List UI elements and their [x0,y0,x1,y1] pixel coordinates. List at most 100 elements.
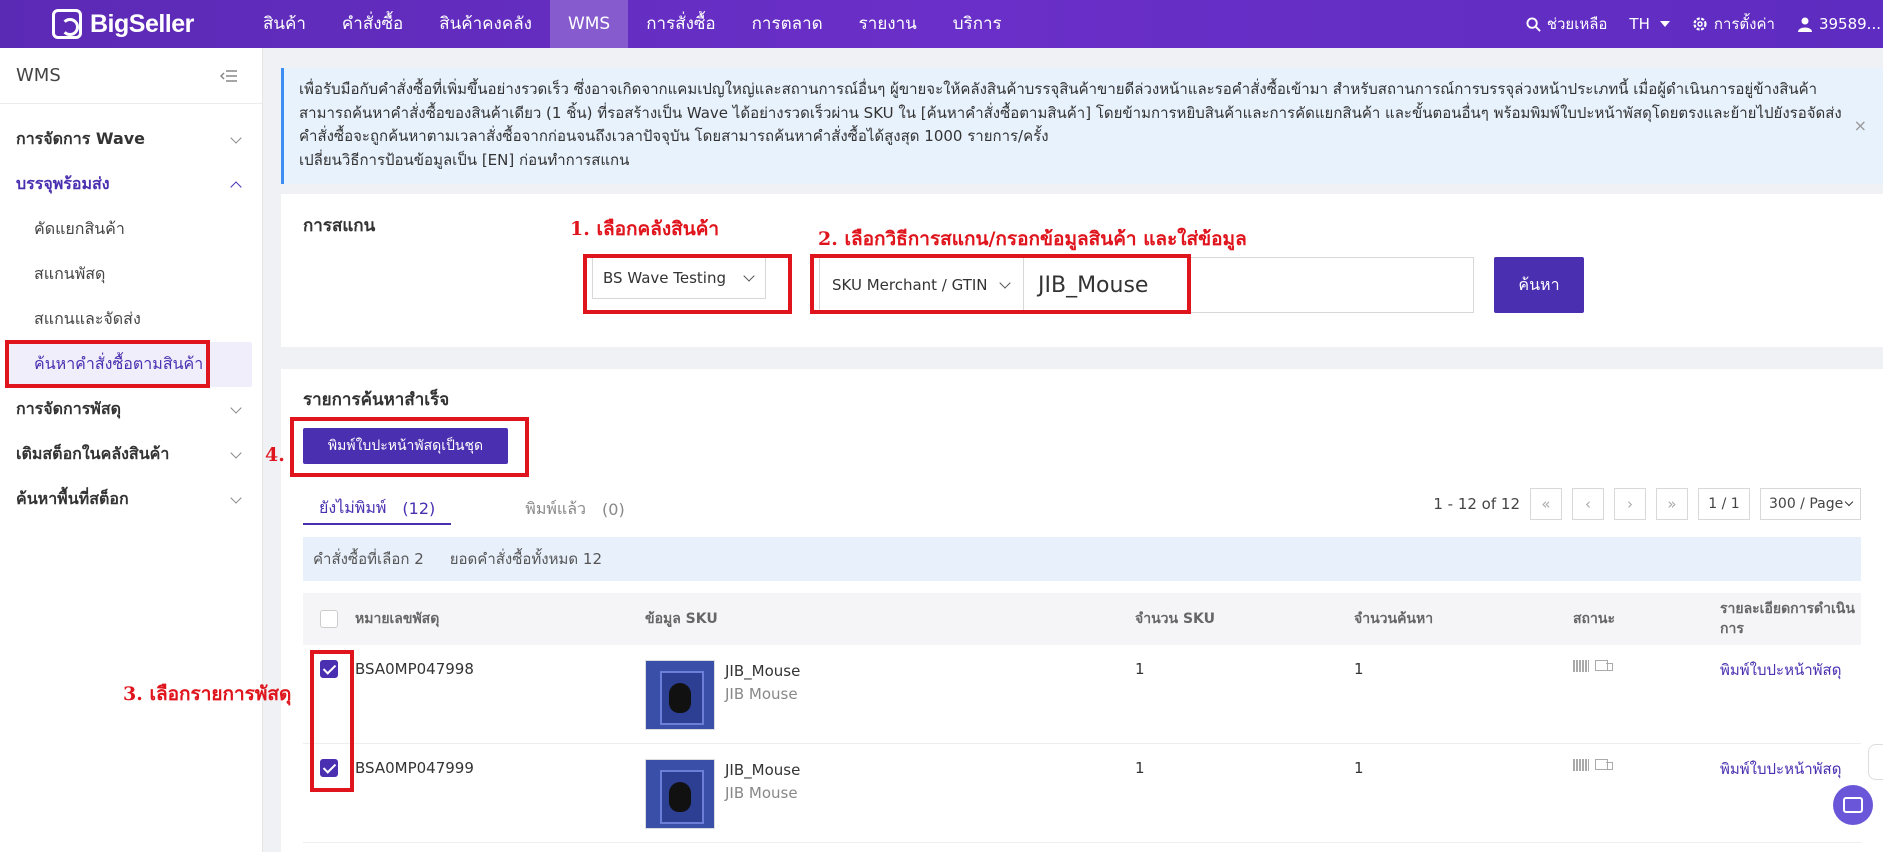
sku-info: JIB_Mouse JIB Mouse [645,759,1135,829]
bigseller-logo[interactable]: BigSeller [52,8,194,40]
user-label: 39589... [1818,15,1881,33]
page-input[interactable]: 1 / 1 [1698,488,1750,520]
banner-line-2: สามารถค้นหาคำสั่งซื้อของสินค้าเดียว (1 ช… [299,103,1842,122]
print-label-link[interactable]: พิมพ์ใบปะหน้าพัสดุ [1720,759,1861,779]
info-banner: เพื่อรับมือกับคำสั่งซื้อที่เพิ่มขึ้นอย่า… [281,68,1883,184]
chat-icon[interactable] [1833,785,1873,825]
first-page-button[interactable]: « [1530,488,1562,520]
qty-sku: 1 [1135,759,1145,777]
sidebar-group-stock-area[interactable]: ค้นหาพื้นที่สต็อก [0,477,262,522]
sidebar-item-sorting[interactable]: คัดแยกสินค้า [0,207,262,252]
col-qty-sku: จำนวน SKU [1135,611,1215,627]
pagination: 1 - 12 of 12 « ‹ › » 1 / 1 300 / Page [1433,488,1861,520]
gear-icon [1693,17,1707,31]
status-icons [1573,759,1720,771]
total-count: ยอดคำสั่งซื้อทั้งหมด 12 [449,550,602,568]
barcode-icon [1573,759,1589,771]
selected-count: คำสั่งซื้อที่เลือก 2 [313,550,424,568]
nav-inventory[interactable]: สินค้าคงคลัง [421,0,550,48]
sku-name: JIB Mouse [725,784,798,802]
settings-label: การตั้งค่า [1713,15,1775,33]
table-row: BSA0MP047998 JIB_Mouse JIB Mouse 1 1 พิม… [303,645,1861,744]
col-qty-search: จำนวนค้นหา [1354,611,1434,627]
sidebar: WMS การจัดการ Wave บรรจุพร้อมส่ง คัดแยกส… [0,48,263,852]
banner-line-1: เพื่อรับมือกับคำสั่งซื้อที่เพิ่มขึ้นอย่า… [299,80,1818,98]
product-image [645,660,715,730]
close-icon[interactable]: × [1854,114,1867,138]
sidebar-group-wave[interactable]: การจัดการ Wave [0,117,262,162]
chevron-up-icon [230,180,242,193]
tab-count: (0) [602,499,625,519]
chevron-down-icon [1844,497,1854,507]
nav-wms[interactable]: WMS [549,0,629,48]
chevron-down-icon [230,401,242,414]
user-menu[interactable]: 39589... [1797,15,1881,33]
tab-label: ยังไม่พิมพ์ [319,497,387,517]
sidebar-group-label: เติมสต็อกในคลังสินค้า [16,444,170,463]
logo-icon [52,9,82,39]
sku-code: JIB_Mouse [725,662,801,680]
barcode-icon [1573,660,1589,672]
sidebar-group-label: บรรจุพร้อมส่ง [16,174,110,193]
annotation-box-scan-input [810,254,1191,314]
qty-search: 1 [1354,759,1364,777]
tab-printed[interactable]: พิมพ์แล้ว (0) [509,493,640,525]
sidebar-group-package-mgmt[interactable]: การจัดการพัสดุ [0,387,262,432]
settings-link[interactable]: การตั้งค่า [1692,12,1775,36]
nav-marketing[interactable]: การตลาด [734,0,841,48]
sidebar-group-packing[interactable]: บรรจุพร้อมส่ง [0,162,262,207]
col-package: หมายเลขพัสดุ [355,611,440,627]
nav-orders[interactable]: คำสั่งซื้อ [324,0,421,48]
banner-line-3: คำสั่งซื้อจะถูกค้นหาตามเวลาสั่งซื้อจากก่… [299,127,1049,145]
main-nav: สินค้า คำสั่งซื้อ สินค้าคงคลัง WMS การสั… [245,0,1020,48]
annotation-step-2: 2. เลือกวิธีการสแกน/กรอกข้อมูลสินค้า และ… [818,228,1247,250]
next-page-button[interactable]: › [1614,488,1646,520]
col-action: รายละเอียดการดำเนินการ [1720,601,1855,637]
tab-label: พิมพ์แล้ว [525,498,587,518]
tab-unprinted[interactable]: ยังไม่พิมพ์ (12) [303,493,452,525]
annotation-box-print-batch [290,417,529,477]
prev-page-button[interactable]: ‹ [1572,488,1604,520]
pager-range: 1 - 12 of 12 [1433,495,1520,513]
chevron-down-icon [230,491,242,504]
caret-down-icon [1659,21,1670,27]
search-button[interactable]: ค้นหา [1494,257,1584,313]
qty-sku: 1 [1135,660,1145,678]
tab-count: (12) [402,498,436,518]
annotation-step-3: 3. เลือกรายการพัสดุ [123,683,292,705]
page-size-select[interactable]: 300 / Page [1760,488,1861,520]
nav-services[interactable]: บริการ [935,0,1020,48]
table-header: หมายเลขพัสดุ ข้อมูล SKU จำนวน SKU จำนวนค… [303,593,1861,645]
sidebar-group-restock[interactable]: เติมสต็อกในคลังสินค้า [0,432,262,477]
nav-reports[interactable]: รายงาน [841,0,935,48]
user-icon [1797,17,1812,32]
language-dropdown[interactable]: TH [1629,15,1670,33]
table-row: BSA0MP047999 JIB_Mouse JIB Mouse 1 1 พิม… [303,744,1861,843]
selection-summary: คำสั่งซื้อที่เลือก 2 ยอดคำสั่งซื้อทั้งหม… [303,537,1861,581]
help-link[interactable]: ช่วยเหลือ [1526,12,1607,36]
last-page-button[interactable]: » [1656,488,1688,520]
annotation-box-warehouse [583,254,792,314]
annotation-step-4: 4. [265,444,285,466]
annotation-box-checkboxes [310,650,354,792]
select-all-checkbox[interactable] [320,610,338,628]
chevron-down-icon [230,131,242,144]
side-widget[interactable] [1868,744,1883,780]
results-title: รายการค้นหาสำเร็จ [303,390,450,410]
package-number: BSA0MP047998 [355,660,474,678]
nav-purchase[interactable]: การสั่งซื้อ [628,0,733,48]
print-label-link[interactable]: พิมพ์ใบปะหน้าพัสดุ [1720,660,1861,680]
scan-title: การสแกน [303,216,376,236]
truck-icon [1595,759,1613,771]
sidebar-item-scan-ship[interactable]: สแกนและจัดส่ง [0,297,262,342]
collapse-menu-icon[interactable] [220,69,238,83]
qty-search: 1 [1354,660,1364,678]
product-image [645,759,715,829]
status-icons [1573,660,1720,672]
annotation-box-sidebar [5,340,210,388]
nav-products[interactable]: สินค้า [245,0,324,48]
col-sku: ข้อมูล SKU [645,611,718,627]
sku-name: JIB Mouse [725,685,798,703]
sku-info: JIB_Mouse JIB Mouse [645,660,1135,730]
sidebar-item-scan-package[interactable]: สแกนพัสดุ [0,252,262,297]
